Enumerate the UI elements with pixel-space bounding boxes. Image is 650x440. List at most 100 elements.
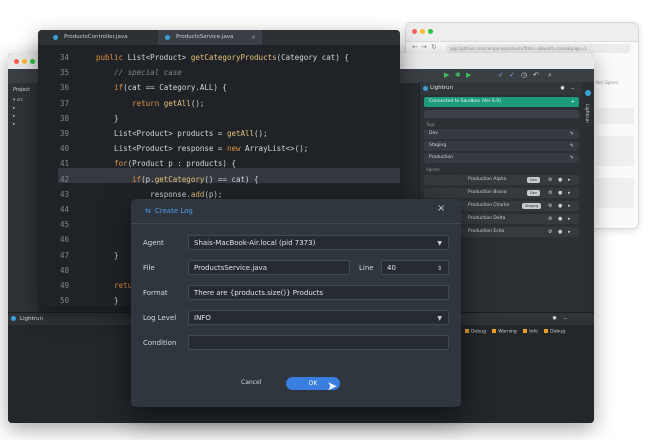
search-input[interactable] bbox=[424, 110, 579, 118]
code-line[interactable]: List<Product> response = new ArrayList<>… bbox=[96, 144, 308, 153]
play-icon[interactable]: ▸ bbox=[568, 201, 571, 211]
tag-label: Staging bbox=[429, 143, 447, 148]
back-arrow-icon[interactable]: ← bbox=[412, 43, 418, 51]
minimize-dot-icon[interactable] bbox=[420, 29, 425, 34]
vcs-commit-icon[interactable]: ✓ bbox=[509, 71, 515, 79]
code-line[interactable]: } bbox=[96, 296, 119, 305]
code-line[interactable]: for(Product p : products) { bbox=[96, 159, 236, 168]
line-number: 35 bbox=[60, 68, 70, 78]
line-number: 42 bbox=[60, 174, 70, 184]
eye-icon[interactable]: ● bbox=[558, 214, 562, 224]
java-file-icon bbox=[165, 35, 170, 40]
settings-icon[interactable]: ⚙ bbox=[548, 175, 552, 185]
reload-icon[interactable]: ↻ bbox=[431, 43, 437, 51]
agent-item[interactable]: Production Bravo Dev ⚙ ● ▸ bbox=[424, 188, 579, 198]
forward-arrow-icon[interactable]: → bbox=[421, 43, 427, 51]
code-line[interactable]: response.add(p); bbox=[96, 190, 222, 199]
revert-icon[interactable]: ↶ bbox=[533, 71, 539, 79]
agent-select[interactable]: Shais-MacBook-Air.local (pid 7373) ▼ bbox=[188, 235, 449, 250]
agent-name: Production Bravo bbox=[468, 190, 507, 195]
eye-icon[interactable]: ● bbox=[558, 175, 562, 185]
tag-item[interactable]: Staging ✎ bbox=[424, 141, 579, 151]
maximize-dot-icon[interactable] bbox=[428, 29, 433, 34]
tree-row[interactable]: ▾ src bbox=[13, 98, 23, 103]
close-dot-icon[interactable] bbox=[412, 29, 417, 34]
play-icon[interactable]: ▸ bbox=[568, 214, 571, 224]
minimize-icon[interactable]: – bbox=[571, 82, 574, 95]
code-line[interactable]: // special case bbox=[96, 68, 182, 77]
tag-item[interactable]: Production ✎ bbox=[424, 153, 579, 163]
file-field[interactable]: ProductsService.java bbox=[188, 260, 350, 275]
agent-tag: Dev bbox=[527, 177, 540, 183]
tag-item[interactable]: Dev ✎ bbox=[424, 129, 579, 139]
code-line[interactable]: if(cat == Category.ALL) { bbox=[96, 83, 227, 92]
line-number: 45 bbox=[60, 220, 70, 230]
cancel-button[interactable]: Cancel bbox=[241, 379, 261, 386]
minimize-dot-icon[interactable] bbox=[22, 59, 27, 64]
eye-icon[interactable]: ● bbox=[558, 201, 562, 211]
eye-icon[interactable]: ● bbox=[558, 227, 562, 237]
code-line[interactable]: List<Product> products = getAll(); bbox=[96, 129, 268, 138]
search-icon[interactable]: ⌕ bbox=[548, 71, 552, 80]
edit-icon[interactable]: ✎ bbox=[570, 153, 574, 163]
tab-products-controller[interactable]: ProductsController.java bbox=[46, 30, 158, 45]
lightrun-vertical-tab[interactable]: Lightrun bbox=[582, 82, 594, 314]
url-bar[interactable]: app.lightrun.com/company/products?filter… bbox=[446, 44, 631, 53]
settings-icon[interactable]: ⚙ bbox=[548, 201, 552, 211]
checkbox-icon[interactable] bbox=[544, 329, 549, 333]
code-line[interactable]: if(p.getCategory() == cat) { bbox=[96, 175, 258, 184]
run-config-icon[interactable]: ▶ bbox=[466, 71, 471, 79]
code-line[interactable]: } bbox=[96, 251, 119, 260]
vertical-tab-label: Lightrun bbox=[584, 104, 589, 123]
browser-titlebar bbox=[406, 23, 638, 42]
tab-products-service[interactable]: ProductsService.java × bbox=[158, 30, 262, 45]
plus-icon[interactable]: + bbox=[571, 97, 575, 107]
line-number: 43 bbox=[60, 189, 70, 199]
gear-icon[interactable]: ✹ bbox=[552, 313, 557, 325]
tree-row[interactable]: ▸ bbox=[13, 106, 15, 111]
code-line[interactable]: public List<Product> getCategoryProducts… bbox=[96, 53, 349, 62]
history-icon[interactable]: ◷ bbox=[521, 71, 527, 79]
settings-icon[interactable]: ⚙ bbox=[548, 188, 552, 198]
tree-row[interactable]: ▸ bbox=[13, 114, 15, 119]
play-icon[interactable]: ▸ bbox=[568, 175, 571, 185]
play-icon[interactable]: ▸ bbox=[568, 227, 571, 237]
debug-icon[interactable]: ✱ bbox=[455, 71, 461, 79]
run-icon[interactable]: ▶ bbox=[444, 71, 449, 79]
stepper-icon[interactable]: ⇕ bbox=[437, 261, 442, 274]
code-line[interactable]: } bbox=[96, 114, 119, 123]
agent-label: Agent bbox=[143, 239, 164, 247]
close-icon[interactable]: × bbox=[437, 203, 445, 214]
lightrun-logo-icon bbox=[423, 86, 428, 91]
format-field[interactable]: There are {products.size()} Products bbox=[188, 285, 449, 300]
play-icon[interactable]: ▸ bbox=[568, 188, 571, 198]
agent-name: Production Delta bbox=[468, 216, 506, 221]
log-level-select[interactable]: INFO ▼ bbox=[188, 310, 449, 325]
tree-row[interactable]: ▸ bbox=[13, 122, 15, 127]
settings-icon[interactable]: ⚙ bbox=[548, 227, 552, 237]
maximize-dot-icon[interactable] bbox=[30, 59, 35, 64]
line-stepper[interactable]: 40 ⇕ bbox=[381, 260, 449, 275]
minimize-icon[interactable]: – bbox=[564, 313, 567, 325]
checkbox-icon[interactable] bbox=[465, 329, 469, 333]
close-tab-icon[interactable]: × bbox=[251, 30, 256, 45]
checkbox-icon[interactable] bbox=[492, 329, 497, 333]
edit-icon[interactable]: ✎ bbox=[570, 141, 574, 151]
project-label: Project bbox=[13, 87, 31, 93]
checkbox-icon[interactable] bbox=[523, 329, 528, 333]
line-number: 49 bbox=[60, 281, 70, 290]
vcs-check-icon[interactable]: ✓ bbox=[498, 71, 504, 79]
code-line[interactable]: return getAll(); bbox=[96, 99, 204, 108]
edit-icon[interactable]: ✎ bbox=[570, 129, 574, 139]
settings-icon[interactable]: ⚙ bbox=[548, 214, 552, 224]
agent-item[interactable]: Production Alpha Dev ⚙ ● ▸ bbox=[424, 175, 579, 185]
browser-side-text: Not Signed bbox=[596, 80, 619, 85]
line-number: 44 bbox=[60, 205, 70, 214]
dialog-title: ⇆ Create Log bbox=[145, 207, 193, 215]
close-dot-icon[interactable] bbox=[14, 59, 19, 64]
condition-field[interactable] bbox=[188, 335, 449, 350]
condition-label: Condition bbox=[143, 339, 177, 347]
eye-icon[interactable]: ● bbox=[558, 188, 562, 198]
filter-label: Warning bbox=[498, 329, 517, 335]
gear-icon[interactable]: ✹ bbox=[560, 82, 565, 95]
